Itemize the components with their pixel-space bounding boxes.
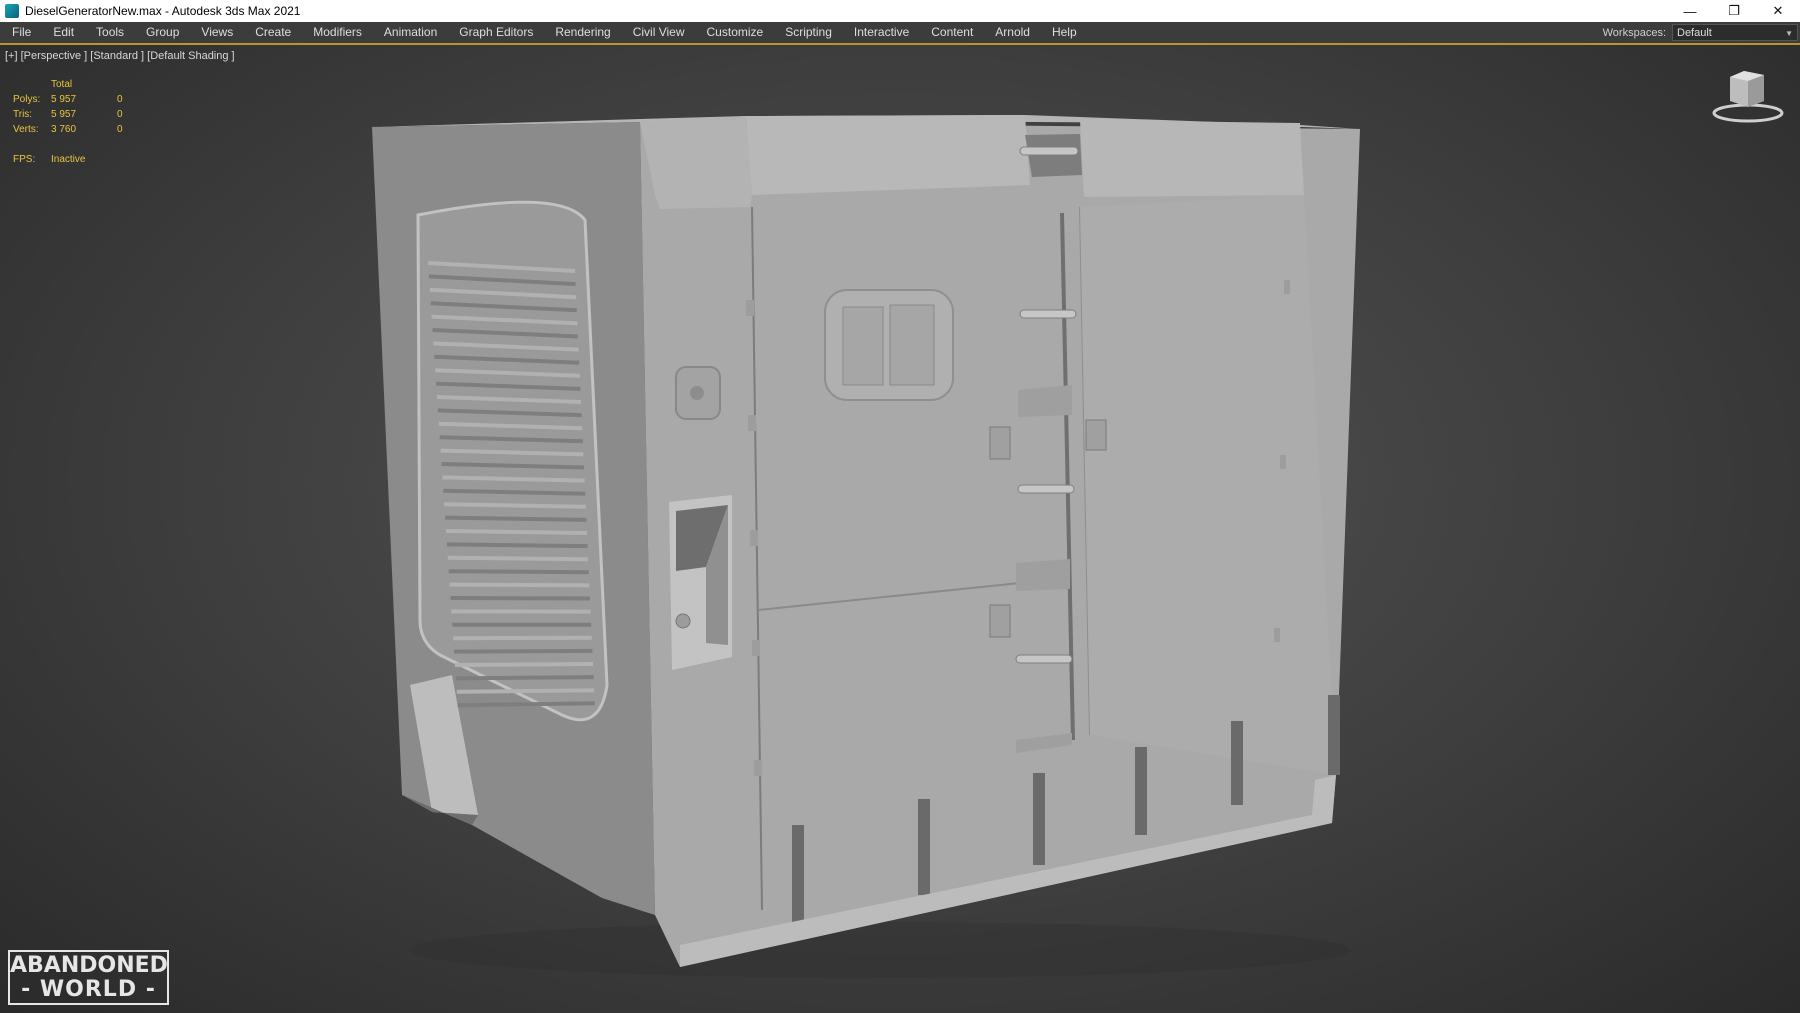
viewcube-icon[interactable] [1712,67,1784,127]
workspaces-dropdown[interactable]: Default ▼ [1672,24,1798,41]
menu-rendering[interactable]: Rendering [544,22,621,43]
menu-modifiers[interactable]: Modifiers [302,22,373,43]
stats-header: Total [51,79,73,90]
louvre-slat [444,502,586,509]
base-groove [1033,773,1045,865]
menu-create[interactable]: Create [244,22,302,43]
menu-graph-editors[interactable]: Graph Editors [448,22,544,43]
close-button[interactable]: ✕ [1756,0,1800,22]
menu-civil-view[interactable]: Civil View [622,22,696,43]
louvre-slat [445,515,587,522]
workspaces-label: Workspaces: [1602,26,1666,39]
tris-selected: 0 [117,109,123,120]
menu-group[interactable]: Group [135,22,190,43]
base-groove [918,799,930,895]
window-controls: — ❐ ✕ [1668,0,1800,22]
menu-content[interactable]: Content [920,22,984,43]
polys-selected: 0 [117,94,123,105]
base-groove [1328,695,1340,775]
fps-label: FPS: [13,154,36,165]
window-title: DieselGeneratorNew.max - Autodesk 3ds Ma… [25,4,301,18]
chevron-down-icon: ▼ [1785,29,1793,38]
fps-value: Inactive [51,154,86,165]
louvre-slat [456,688,595,694]
watermark-line2: - WORLD - [21,977,156,1002]
verts-label: Verts: [13,124,39,135]
workspaces-value: Default [1677,27,1712,39]
menu-animation[interactable]: Animation [373,22,448,43]
menu-tools[interactable]: Tools [85,22,135,43]
app-logo-icon [5,4,19,18]
louvre-slat [448,569,589,575]
louvre-slat [457,701,595,708]
minimize-button[interactable]: — [1668,0,1712,22]
polys-total: 5 957 [51,94,77,105]
title-bar: DieselGeneratorNew.max - Autodesk 3ds Ma… [0,0,1800,22]
louvre-slat [454,648,593,654]
louvre-slat [449,582,590,588]
base-groove [1231,721,1243,805]
louvre-slat [450,596,591,601]
tris-label: Tris: [13,109,33,120]
verts-selected: 0 [117,124,123,135]
watermark-logo: ABANDONED - WORLD - [8,950,169,1005]
workspaces-control: Workspaces: Default ▼ [1603,22,1800,43]
base-groove [1135,747,1147,835]
diesel-generator-model[interactable] [0,45,1800,1013]
verts-total: 3 760 [51,124,77,135]
menu-file[interactable]: File [0,22,42,43]
tris-total: 5 957 [51,109,77,120]
watermark-line1: ABANDONED [10,953,168,978]
menu-interactive[interactable]: Interactive [843,22,920,43]
viewport-label[interactable]: [+] [Perspective ] [Standard ] [Default … [5,50,235,62]
base-groove [792,825,804,925]
louvre-slat [454,662,594,667]
menu-customize[interactable]: Customize [696,22,775,43]
menu-edit[interactable]: Edit [42,22,85,43]
menu-bar: File Edit Tools Group Views Create Modif… [0,22,1800,45]
louvre-slat [445,529,588,535]
menu-arnold[interactable]: Arnold [984,22,1041,43]
louvre-slat [455,675,594,681]
menu-scripting[interactable]: Scripting [774,22,843,43]
perspective-viewport[interactable]: [+] [Perspective ] [Standard ] [Default … [0,45,1800,1013]
louvre-slat [446,542,588,549]
restore-button[interactable]: ❐ [1712,0,1756,22]
menu-help[interactable]: Help [1041,22,1088,43]
louvre-slat [447,555,589,562]
polys-label: Polys: [13,94,41,105]
menu-views[interactable]: Views [190,22,244,43]
